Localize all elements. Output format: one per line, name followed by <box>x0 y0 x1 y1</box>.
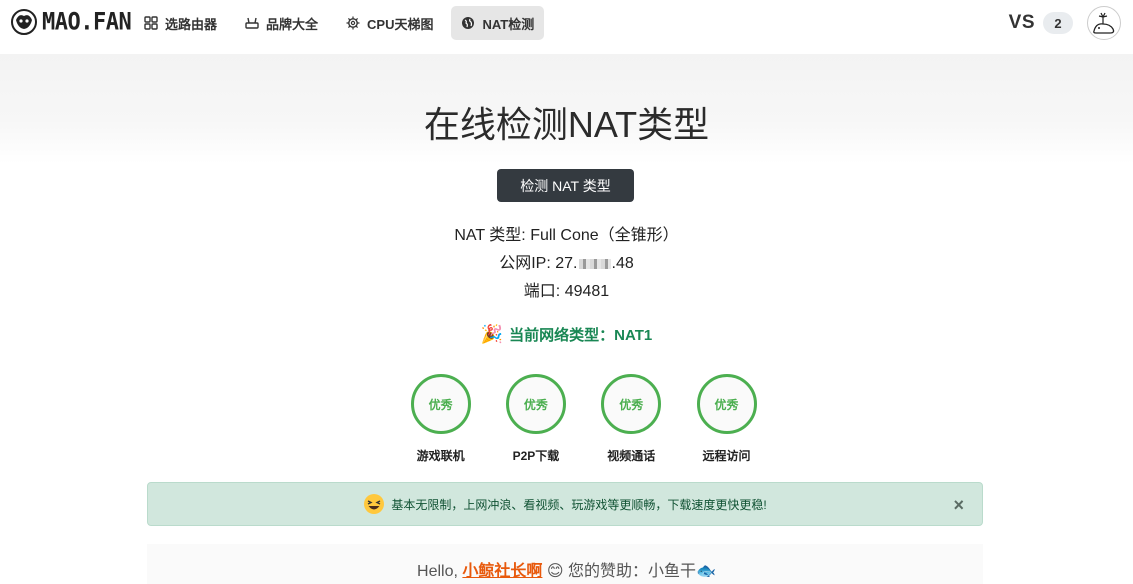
nav-label: NAT检测 <box>482 16 535 32</box>
score-ring: 优秀 <box>601 374 662 434</box>
score-label: 视频通话 <box>607 449 656 463</box>
smile-icon: 😊 <box>546 563 564 580</box>
score-ring: 优秀 <box>505 374 566 434</box>
nav-item-nat-detect[interactable]: NAT检测 <box>451 6 545 40</box>
success-alert: 基本无限制，上网冲浪、看视频、玩游戏等更顺畅，下载速度更快更稳! × <box>147 482 983 526</box>
main-nav: 选路由器 品牌大全 CPU天梯图 NAT检测 <box>134 6 545 40</box>
score-item-p2p: 优秀 P2P下载 <box>488 374 583 464</box>
site-logo[interactable]: MAO.FAN <box>10 8 132 36</box>
logo-text: MAO.FAN <box>42 8 132 36</box>
score-ring: 优秀 <box>696 374 757 434</box>
grid-icon <box>144 16 158 30</box>
cat-logo-icon <box>11 9 37 35</box>
laughing-face-icon <box>364 494 385 514</box>
compare-vs[interactable]: VS 2 <box>1009 12 1073 34</box>
score-item-remote-access: 优秀 远程访问 <box>679 374 774 464</box>
score-label: P2P下载 <box>512 449 560 463</box>
hello-text: Hello, <box>417 563 463 580</box>
cpu-icon <box>346 16 360 30</box>
current-nat-text: 当前网络类型：NAT1 <box>509 327 653 344</box>
sponsor-text: 您的赞助：小鱼干🐟 <box>563 563 716 580</box>
current-nat-result: 🎉 当前网络类型：NAT1 <box>0 324 1133 345</box>
user-avatar[interactable] <box>1087 6 1121 40</box>
alert-text: 基本无限制，上网冲浪、看视频、玩游戏等更顺畅，下载速度更快更稳! <box>391 497 767 512</box>
nav-item-routers[interactable]: 选路由器 <box>134 6 227 40</box>
public-ip-line: 公网IP: 27. .48 <box>0 249 1133 273</box>
nav-label: 品牌大全 <box>266 16 319 32</box>
user-link[interactable]: 小鲸社长啊 <box>462 563 542 580</box>
detect-nat-button[interactable]: 检测 NAT 类型 <box>497 169 634 202</box>
alert-close-button[interactable]: × <box>953 495 964 516</box>
nav-item-cpu-ranking[interactable]: CPU天梯图 <box>336 6 443 40</box>
router-icon <box>245 17 259 29</box>
globe-icon <box>462 17 475 29</box>
score-label: 远程访问 <box>702 449 751 463</box>
vs-label: VS <box>1008 12 1035 33</box>
score-ring: 优秀 <box>410 374 471 434</box>
nav-item-brands[interactable]: 品牌大全 <box>235 6 328 40</box>
page-title: 在线检测NAT类型 <box>423 104 710 145</box>
party-popper-icon: 🎉 <box>480 324 504 344</box>
top-navbar: MAO.FAN 选路由器 品牌大全 CPU天梯图 NAT检测 VS 2 <box>0 0 1133 54</box>
score-list: 优秀 游戏联机 优秀 P2P下载 优秀 视频通话 优秀 远程访问 <box>393 374 774 464</box>
ip-prefix: 公网IP: 27. <box>499 255 578 272</box>
score-item-gaming: 优秀 游戏联机 <box>393 374 488 464</box>
port-line: 端口: 49481 <box>523 283 610 300</box>
avatar-icon <box>1093 12 1115 34</box>
score-item-video-call: 优秀 视频通话 <box>584 374 679 464</box>
vs-count-badge: 2 <box>1043 12 1073 34</box>
score-label: 游戏联机 <box>416 449 465 463</box>
nav-label: CPU天梯图 <box>367 16 434 32</box>
nav-label: 选路由器 <box>165 16 218 32</box>
nat-type-line: NAT 类型: Full Cone（全锥形） <box>454 227 679 244</box>
sponsor-line: Hello, 小鲸社长啊 😊 您的赞助：小鱼干🐟 <box>0 557 1133 581</box>
ip-mask-blur <box>578 258 611 269</box>
ip-suffix: .48 <box>611 255 634 272</box>
